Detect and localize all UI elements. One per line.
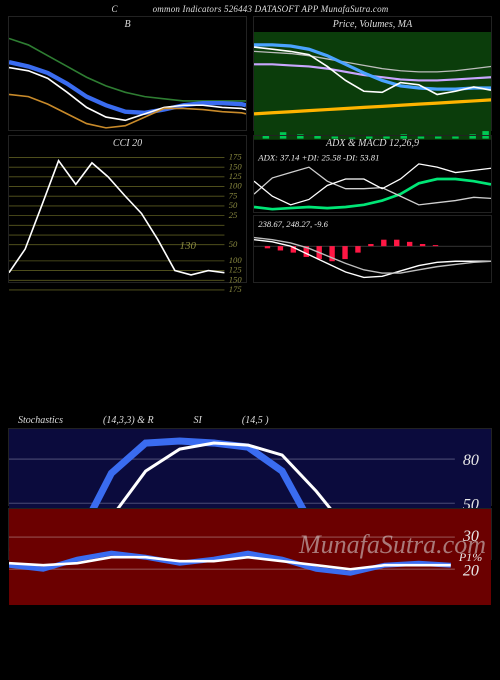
svg-text:20: 20 [463,562,479,579]
row-stoch: Stochastics (14,3,3) & R SI (14,5 ) 80 5… [0,413,500,560]
panel-stoch: 80 50 20 [8,428,492,506]
svg-text:150: 150 [229,161,243,171]
svg-text:25: 25 [229,210,238,220]
svg-text:175: 175 [229,284,243,293]
svg-text:100: 100 [229,181,243,191]
header-mid: ommon Indicators 526443 DATASOFT APP Mun… [153,4,389,14]
header-left: C [111,4,117,14]
stoch-label: Stochastics [18,415,63,426]
svg-text:175: 175 [229,152,243,162]
svg-text:50: 50 [229,239,238,249]
svg-text:125: 125 [229,171,243,181]
svg-text:30: 30 [462,528,479,545]
adx-readout: ADX: 37.14 +DI: 25.58 -DI: 53.81 [257,153,379,163]
panel-cci-title: CCI 20 [9,136,246,151]
page-header: C ommon Indicators 526443 DATASOFT APP M… [0,0,500,16]
stoch-params: (14,3,3) & R [103,415,154,426]
panel-adx-title: ADX & MACD 12,26,9 [254,136,491,151]
chart-rsi: 30 P1% 20 [9,509,491,605]
chart-cci: 175 150 125 100 75 50 25 50 100 125 150 … [9,151,246,293]
chart-adx: ADX: 37.14 +DI: 25.58 -DI: 53.81 [254,151,491,220]
rsi-si: SI [194,415,202,426]
panel-bollinger: B [8,16,247,131]
cci-last-value: 130 [180,240,197,252]
chart-macd: 238.67, 248.27, -9.6 [254,216,491,285]
panel-adx: ADX & MACD 12,26,9 ADX: 37.14 +DI: 25.58… [253,135,492,213]
row-1: B Price, Volumes, MA Bands 20,2 [0,16,500,131]
panel-macd: 238.67, 248.27, -9.6 [253,215,492,283]
panel-bollinger-title: B [9,17,246,32]
panel-adx-macd-stack: ADX & MACD 12,26,9 ADX: 37.14 +DI: 25.58… [253,135,492,283]
row-2: CCI 20 175 150 125 100 75 50 25 50 100 1… [0,135,500,283]
svg-text:150: 150 [229,274,243,284]
panel-cci: CCI 20 175 150 125 100 75 50 25 50 100 1… [8,135,247,283]
macd-readout: 238.67, 248.27, -9.6 [258,219,328,229]
panel-price: Price, Volumes, MA Bands 20,2 [253,16,492,131]
panel-rsi: 30 P1% 20 [8,508,492,560]
stoch-title-row: Stochastics (14,3,3) & R SI (14,5 ) [8,413,492,428]
chart-bollinger [9,32,246,140]
chart-price [254,32,491,140]
svg-text:125: 125 [229,265,243,275]
rsi-params: (14,5 ) [242,415,269,426]
panel-price-title: Price, Volumes, MA [254,17,491,32]
svg-text:50: 50 [229,200,238,210]
svg-text:100: 100 [229,255,243,265]
svg-text:80: 80 [463,452,479,469]
svg-text:75: 75 [229,190,238,200]
